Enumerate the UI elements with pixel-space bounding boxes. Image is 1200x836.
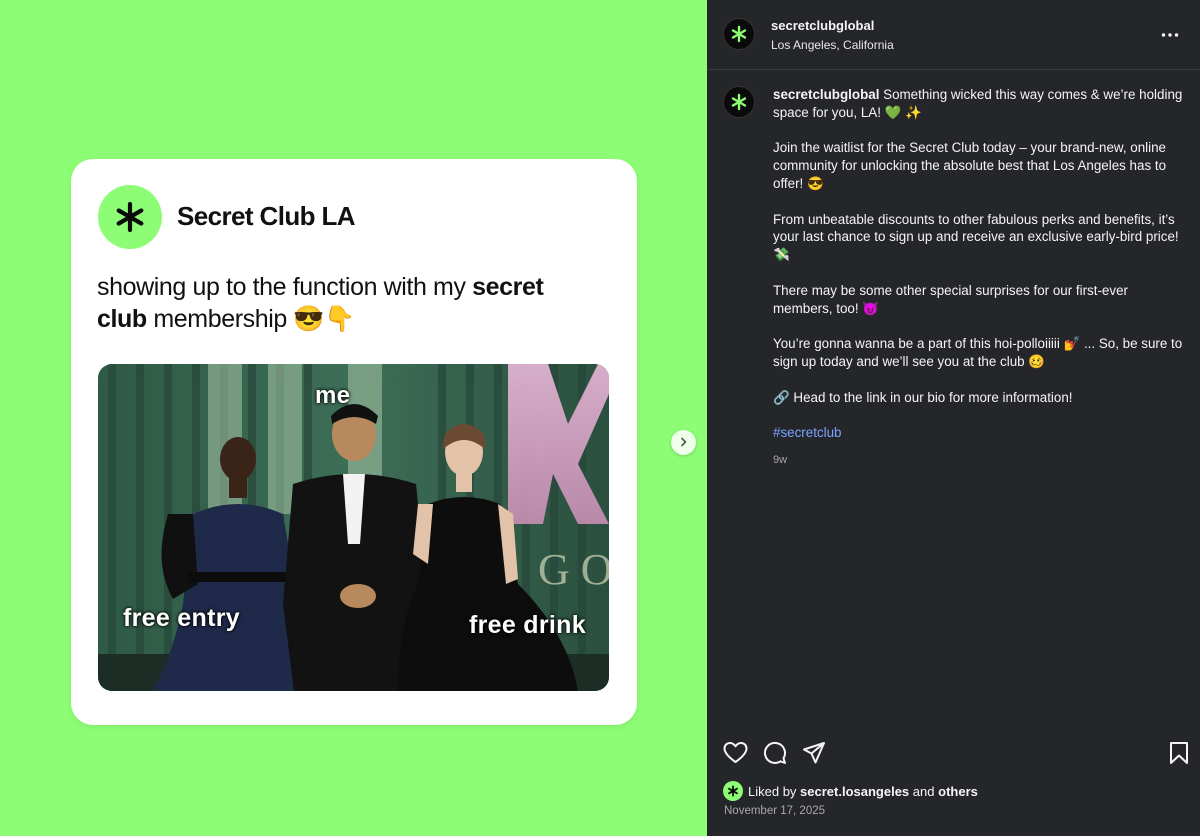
card-caption: showing up to the function with my secre… [97, 271, 607, 335]
caption-paragraph: You’re gonna wanna be a part of this hoi… [773, 336, 1183, 369]
location-link[interactable]: Los Angeles, California [771, 38, 894, 52]
caption-paragraph: There may be some other special surprise… [773, 282, 1128, 316]
next-slide-button[interactable] [671, 430, 696, 455]
avatar[interactable] [723, 86, 755, 118]
asterisk-icon [731, 93, 747, 111]
post-header: secretclubglobal Los Angeles, California [707, 0, 1200, 70]
chevron-right-icon [679, 434, 689, 452]
likes-summary: Liked by secret.losangeles and others [723, 781, 978, 801]
caption-paragraph: Join the waitlist for the Secret Club to… [773, 140, 1167, 191]
comment-icon[interactable] [763, 741, 787, 770]
svg-text:G O: G O [538, 545, 609, 594]
liked-by-user-link[interactable]: secret.losangeles [800, 784, 909, 799]
caption-bold-club: club [97, 305, 147, 333]
caption-username-link[interactable]: secretclubglobal [773, 87, 879, 102]
avatar[interactable] [723, 18, 755, 50]
heart-icon[interactable] [723, 741, 748, 770]
caption-paragraph: From unbeatable discounts to other fabul… [773, 211, 1179, 263]
meme-label-me: me [315, 382, 351, 409]
liked-by-and: and [912, 783, 935, 799]
header-username-link[interactable]: secretclubglobal [771, 18, 874, 33]
caption-text: showing up to the function with my [97, 273, 473, 301]
meme-label-free-drink: free drink [469, 611, 586, 639]
avatar[interactable] [723, 781, 743, 801]
likes-others-link[interactable]: others [938, 784, 978, 799]
bookmark-icon[interactable] [1169, 741, 1189, 770]
card-brand-name: Secret Club LA [177, 201, 356, 231]
asterisk-icon [98, 185, 162, 249]
liked-by-label: Liked by [748, 783, 797, 799]
post-media: Secret Club LA showing up to the functio… [0, 0, 707, 836]
caption-paragraph: 🔗 Head to the link in our bio for more i… [773, 389, 1073, 405]
post-details-panel: secretclubglobal Los Angeles, California… [707, 0, 1200, 836]
caption-body: secretclubglobal Something wicked this w… [773, 86, 1183, 470]
meme-photo: G O me free entry free drink [98, 364, 609, 691]
caption-bold-secret: secret [472, 273, 544, 301]
post-time-ago: 9w [773, 453, 788, 466]
caption-paragraph: secretclubglobal Something wicked this w… [773, 86, 1183, 122]
post-date: November 17, 2025 [724, 805, 826, 817]
meme-label-free-entry: free entry [123, 604, 240, 632]
hashtag-link[interactable]: #secretclub [773, 424, 1183, 442]
asterisk-icon [728, 785, 738, 797]
asterisk-icon [731, 25, 747, 43]
more-horizontal-icon [1161, 22, 1179, 42]
action-bar [723, 741, 1189, 767]
caption-suffix: membership 😎👇 [146, 305, 355, 333]
send-icon[interactable] [802, 741, 826, 770]
more-options-button[interactable] [1161, 26, 1179, 38]
post-image-card: Secret Club LA showing up to the functio… [71, 159, 637, 725]
